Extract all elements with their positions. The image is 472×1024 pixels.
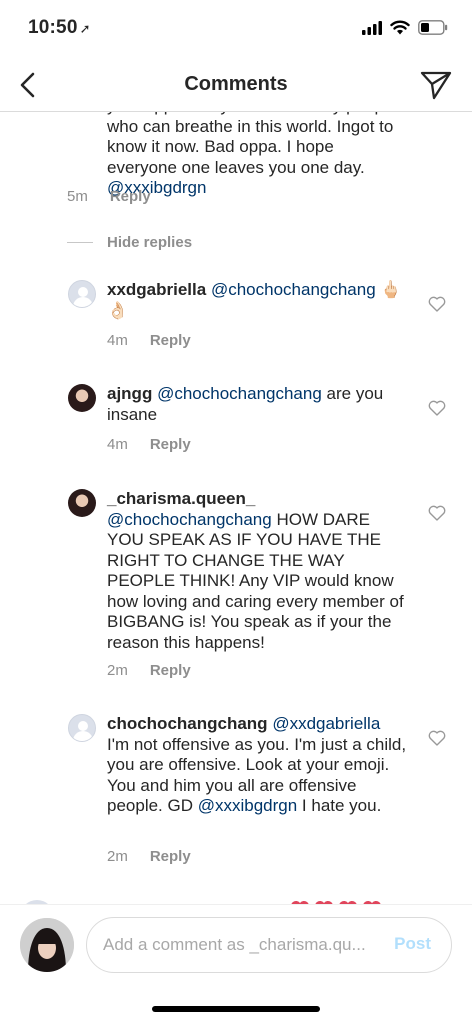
comment-input[interactable] bbox=[103, 918, 373, 972]
wifi-icon bbox=[390, 20, 410, 35]
mention-link[interactable]: @chochochangchang bbox=[107, 510, 272, 529]
default-avatar-icon bbox=[73, 287, 93, 307]
comment-meta: 4m Reply bbox=[107, 436, 191, 453]
divider bbox=[67, 242, 93, 243]
mention-link[interactable]: @xxdgabriella bbox=[272, 714, 380, 733]
comment-time: 2m bbox=[107, 848, 128, 865]
comment-body: I hate you. bbox=[297, 796, 382, 815]
status-time: 10:50 ➚ bbox=[28, 17, 91, 39]
mention-link[interactable]: @xxxibgdrgn bbox=[198, 796, 297, 815]
comment-input-box[interactable]: Post bbox=[86, 917, 452, 973]
comment-meta: 2m Reply bbox=[107, 662, 191, 679]
like-heart-icon[interactable] bbox=[428, 730, 446, 746]
comment-text: _charisma.queen_ @chochochangchang HOW D… bbox=[107, 489, 407, 653]
post-button[interactable]: Post bbox=[394, 934, 431, 954]
comment-username[interactable]: _charisma.queen_ bbox=[107, 489, 255, 508]
like-heart-icon[interactable] bbox=[428, 400, 446, 416]
avatar[interactable] bbox=[68, 384, 96, 412]
nav-bar: Comments bbox=[0, 58, 472, 112]
comment-time: 2m bbox=[107, 662, 128, 679]
battery-icon bbox=[418, 20, 448, 35]
comment-username[interactable]: xxdgabriella bbox=[107, 280, 206, 299]
comment-time: 5m bbox=[67, 188, 88, 205]
avatar[interactable] bbox=[68, 489, 96, 517]
reply-button[interactable]: Reply bbox=[150, 662, 191, 679]
reply-button[interactable]: Reply bbox=[110, 188, 151, 205]
avatar[interactable] bbox=[68, 714, 96, 742]
comment-text: xxdgabriella @chochochangchang 🖕🏻👌🏻 bbox=[107, 280, 407, 321]
avatar[interactable] bbox=[68, 280, 96, 308]
user-photo-icon bbox=[20, 918, 74, 972]
comment-composer: Post bbox=[0, 904, 472, 984]
comment-meta: 5m Reply bbox=[67, 188, 151, 205]
comment-username[interactable]: chochochangchang bbox=[107, 714, 268, 733]
comment-username[interactable]: ajngg bbox=[107, 384, 152, 403]
mention-link[interactable]: @chochochangchang bbox=[211, 280, 376, 299]
comments-list[interactable]: your oppa and you are the only people wh… bbox=[0, 58, 472, 904]
comment-text: ajngg @chochochangchang are you insane bbox=[107, 384, 407, 425]
reply-button[interactable]: Reply bbox=[150, 332, 191, 349]
comment-text: chochochangchang @xxdgabriella I'm not o… bbox=[107, 714, 407, 817]
status-icons bbox=[362, 20, 448, 35]
comment-meta: 4m Reply bbox=[107, 332, 191, 349]
hide-replies-toggle[interactable]: Hide replies bbox=[67, 234, 192, 251]
reply-button[interactable]: Reply bbox=[150, 436, 191, 453]
like-heart-icon[interactable] bbox=[428, 505, 446, 521]
comment-body: HOW DARE YOU SPEAK AS IF YOU HAVE THE RI… bbox=[107, 509, 404, 652]
home-indicator bbox=[152, 1006, 320, 1012]
location-arrow-icon: ➚ bbox=[79, 21, 91, 36]
mention-link[interactable]: @chochochangchang bbox=[157, 384, 322, 403]
comment-meta: 2m Reply bbox=[107, 848, 191, 865]
reply-button[interactable]: Reply bbox=[150, 848, 191, 865]
comment-time: 4m bbox=[107, 332, 128, 349]
clock: 10:50 bbox=[28, 17, 78, 38]
hide-replies-label: Hide replies bbox=[107, 234, 193, 251]
cellular-signal-icon bbox=[362, 20, 382, 35]
current-user-avatar bbox=[20, 918, 74, 972]
status-bar: 10:50 ➚ bbox=[0, 0, 472, 58]
comment-time: 4m bbox=[107, 436, 128, 453]
send-icon[interactable] bbox=[420, 69, 452, 101]
like-heart-icon[interactable] bbox=[428, 296, 446, 312]
default-avatar-icon bbox=[73, 721, 93, 741]
page-title: Comments bbox=[184, 73, 288, 95]
